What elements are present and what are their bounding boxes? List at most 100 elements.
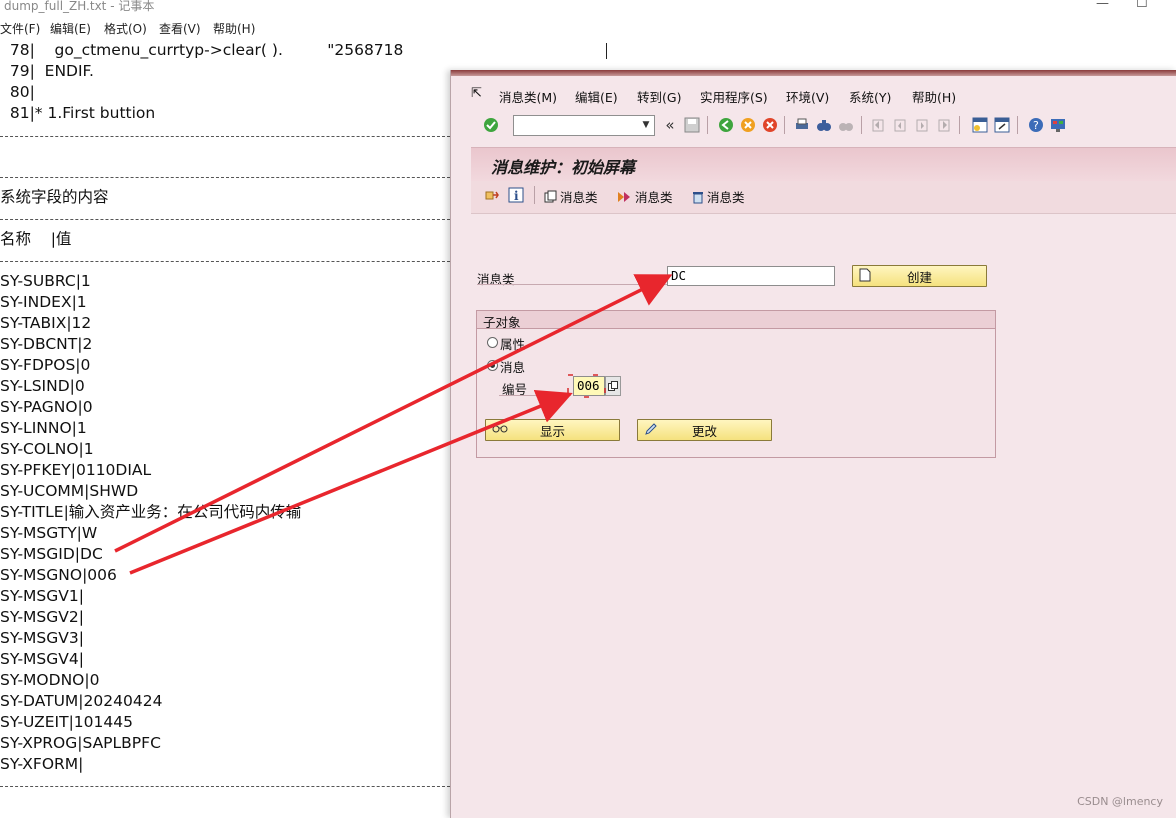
last-page-icon[interactable] bbox=[935, 116, 953, 134]
code-line: 79| ENDIF. bbox=[0, 62, 94, 80]
system-field-row: SY-MSGV4| bbox=[0, 650, 84, 668]
code-line: 78| go_ctmenu_currtyp->clear( ). "256871… bbox=[0, 41, 404, 59]
system-field-row: SY-XFORM| bbox=[0, 755, 84, 773]
toolbar-separator bbox=[861, 116, 862, 134]
system-field-row: SY-UZEIT|101445 bbox=[0, 713, 133, 731]
subobject-group: 子对象 属性 消息 编号 006 显示 更改 bbox=[476, 310, 996, 458]
divider bbox=[0, 136, 450, 137]
system-field-row: SY-INDEX|1 bbox=[0, 293, 87, 311]
group-title: 子对象 bbox=[477, 311, 995, 330]
sap-menu-utilities[interactable]: 实用程序(S) bbox=[700, 87, 768, 106]
system-field-row: SY-LINNO|1 bbox=[0, 419, 87, 437]
messages-radio[interactable] bbox=[487, 360, 498, 371]
collapse-command-icon[interactable]: « bbox=[661, 116, 679, 134]
sap-window: ⇱ 消息类(M) 编辑(E) 转到(G) 实用程序(S) 环境(V) 系统(Y)… bbox=[450, 70, 1176, 818]
chevron-down-icon[interactable]: ▼ bbox=[639, 117, 653, 133]
menu-exit-icon[interactable]: ⇱ bbox=[471, 86, 482, 101]
page-title: 消息维护：初始屏幕 bbox=[491, 158, 636, 177]
sap-menu-message-class[interactable]: 消息类(M) bbox=[499, 87, 557, 106]
system-field-row: SY-MSGV2| bbox=[0, 608, 84, 626]
system-field-row: SY-COLNO|1 bbox=[0, 440, 94, 458]
section-title: 系统字段的内容 bbox=[0, 188, 109, 206]
messages-label: 消息 bbox=[500, 360, 526, 375]
system-field-row: SY-MSGV1| bbox=[0, 587, 84, 605]
system-field-row: SY-DATUM|20240424 bbox=[0, 692, 163, 710]
divider bbox=[0, 261, 450, 262]
notepad-menu-view[interactable]: 查看(V) bbox=[159, 20, 201, 37]
display-button[interactable]: 显示 bbox=[485, 419, 620, 441]
system-field-row: SY-TABIX|12 bbox=[0, 314, 92, 332]
sap-window-border bbox=[451, 70, 1176, 76]
sap-menu-system[interactable]: 系统(Y) bbox=[849, 87, 891, 106]
sap-menu-environment[interactable]: 环境(V) bbox=[786, 87, 829, 106]
screen-title-bar: 消息维护：初始屏幕 bbox=[471, 147, 1176, 182]
glasses-icon bbox=[492, 422, 508, 438]
minimize-icon[interactable]: — bbox=[1096, 0, 1109, 11]
customize-layout-icon[interactable] bbox=[1049, 116, 1067, 134]
divider bbox=[0, 786, 450, 787]
change-button[interactable]: 更改 bbox=[637, 419, 772, 441]
notepad-menu-file[interactable]: 文件(F) bbox=[0, 20, 40, 37]
print-icon[interactable] bbox=[793, 116, 811, 134]
notepad-menu-format[interactable]: 格式(O) bbox=[104, 20, 147, 37]
label-underline bbox=[477, 284, 667, 285]
system-field-row: SY-TITLE|输入资产业务：在公司代码内传输 bbox=[0, 503, 302, 521]
toolbar-separator bbox=[959, 116, 960, 134]
toolbar-separator bbox=[1017, 116, 1018, 134]
exit-icon[interactable] bbox=[739, 116, 757, 134]
notepad-menu-edit[interactable]: 编辑(E) bbox=[50, 20, 91, 37]
divider bbox=[0, 177, 450, 178]
search-help-icon[interactable] bbox=[605, 376, 621, 396]
info-icon[interactable]: i bbox=[508, 187, 524, 203]
code-line: 81|* 1.First buttion bbox=[0, 104, 156, 122]
other-object-icon[interactable] bbox=[484, 187, 500, 203]
sap-menu-edit[interactable]: 编辑(E) bbox=[575, 87, 618, 106]
rename-message-class-button[interactable]: 消息类 bbox=[617, 187, 673, 206]
notepad-menu-help[interactable]: 帮助(H) bbox=[213, 20, 255, 37]
enter-check-icon[interactable] bbox=[482, 116, 500, 134]
system-field-row: SY-MSGTY|W bbox=[0, 524, 98, 542]
toolbar-separator bbox=[707, 116, 708, 134]
divider bbox=[0, 219, 450, 220]
toolbar-separator bbox=[534, 186, 535, 204]
create-button[interactable]: 创建 bbox=[852, 265, 987, 287]
command-field[interactable]: ▼ bbox=[513, 115, 655, 136]
text-caret bbox=[606, 43, 607, 59]
next-page-icon[interactable] bbox=[913, 116, 931, 134]
system-field-row: SY-SUBRC|1 bbox=[0, 272, 91, 290]
find-icon[interactable] bbox=[815, 116, 833, 134]
system-field-row: SY-XPROG|SAPLBPFC bbox=[0, 734, 161, 752]
svg-text:?: ? bbox=[1033, 119, 1039, 132]
message-class-label: 消息类 bbox=[477, 272, 515, 287]
svg-text:i: i bbox=[514, 189, 519, 203]
system-field-row: SY-FDPOS|0 bbox=[0, 356, 91, 374]
back-icon[interactable] bbox=[717, 116, 735, 134]
system-field-row: SY-PAGNO|0 bbox=[0, 398, 93, 416]
maximize-icon[interactable]: ☐ bbox=[1136, 0, 1148, 11]
save-icon[interactable] bbox=[683, 116, 701, 134]
message-class-input[interactable]: DC bbox=[667, 266, 835, 286]
system-field-row: SY-MODNO|0 bbox=[0, 671, 100, 689]
new-session-icon[interactable] bbox=[971, 116, 989, 134]
shortcut-icon[interactable] bbox=[993, 116, 1011, 134]
toolbar-separator bbox=[784, 116, 785, 134]
notepad-menubar: 文件(F) 编辑(E) 格式(O) 查看(V) 帮助(H) bbox=[0, 18, 1176, 40]
sap-menu-help[interactable]: 帮助(H) bbox=[912, 87, 956, 106]
message-number-input[interactable]: 006 bbox=[573, 376, 605, 396]
find-next-icon[interactable] bbox=[837, 116, 855, 134]
attributes-label: 属性 bbox=[500, 337, 526, 352]
cancel-icon[interactable] bbox=[761, 116, 779, 134]
pencil-icon bbox=[644, 422, 658, 440]
code-line: 80| bbox=[0, 83, 35, 101]
first-page-icon[interactable] bbox=[869, 116, 887, 134]
copy-message-class-button[interactable]: 消息类 bbox=[544, 187, 598, 206]
attributes-radio[interactable] bbox=[487, 337, 498, 348]
notepad-titlebar: dump_full_ZH.txt - 记事本 — ☐ bbox=[0, 0, 1176, 18]
sap-menu-goto[interactable]: 转到(G) bbox=[637, 87, 681, 106]
delete-message-class-button[interactable]: 消息类 bbox=[691, 187, 745, 206]
label-underline bbox=[499, 395, 571, 396]
help-icon[interactable]: ? bbox=[1027, 116, 1045, 134]
previous-page-icon[interactable] bbox=[891, 116, 909, 134]
watermark: CSDN @lmency bbox=[1077, 795, 1163, 808]
table-header: 名称 |值 bbox=[0, 230, 72, 248]
